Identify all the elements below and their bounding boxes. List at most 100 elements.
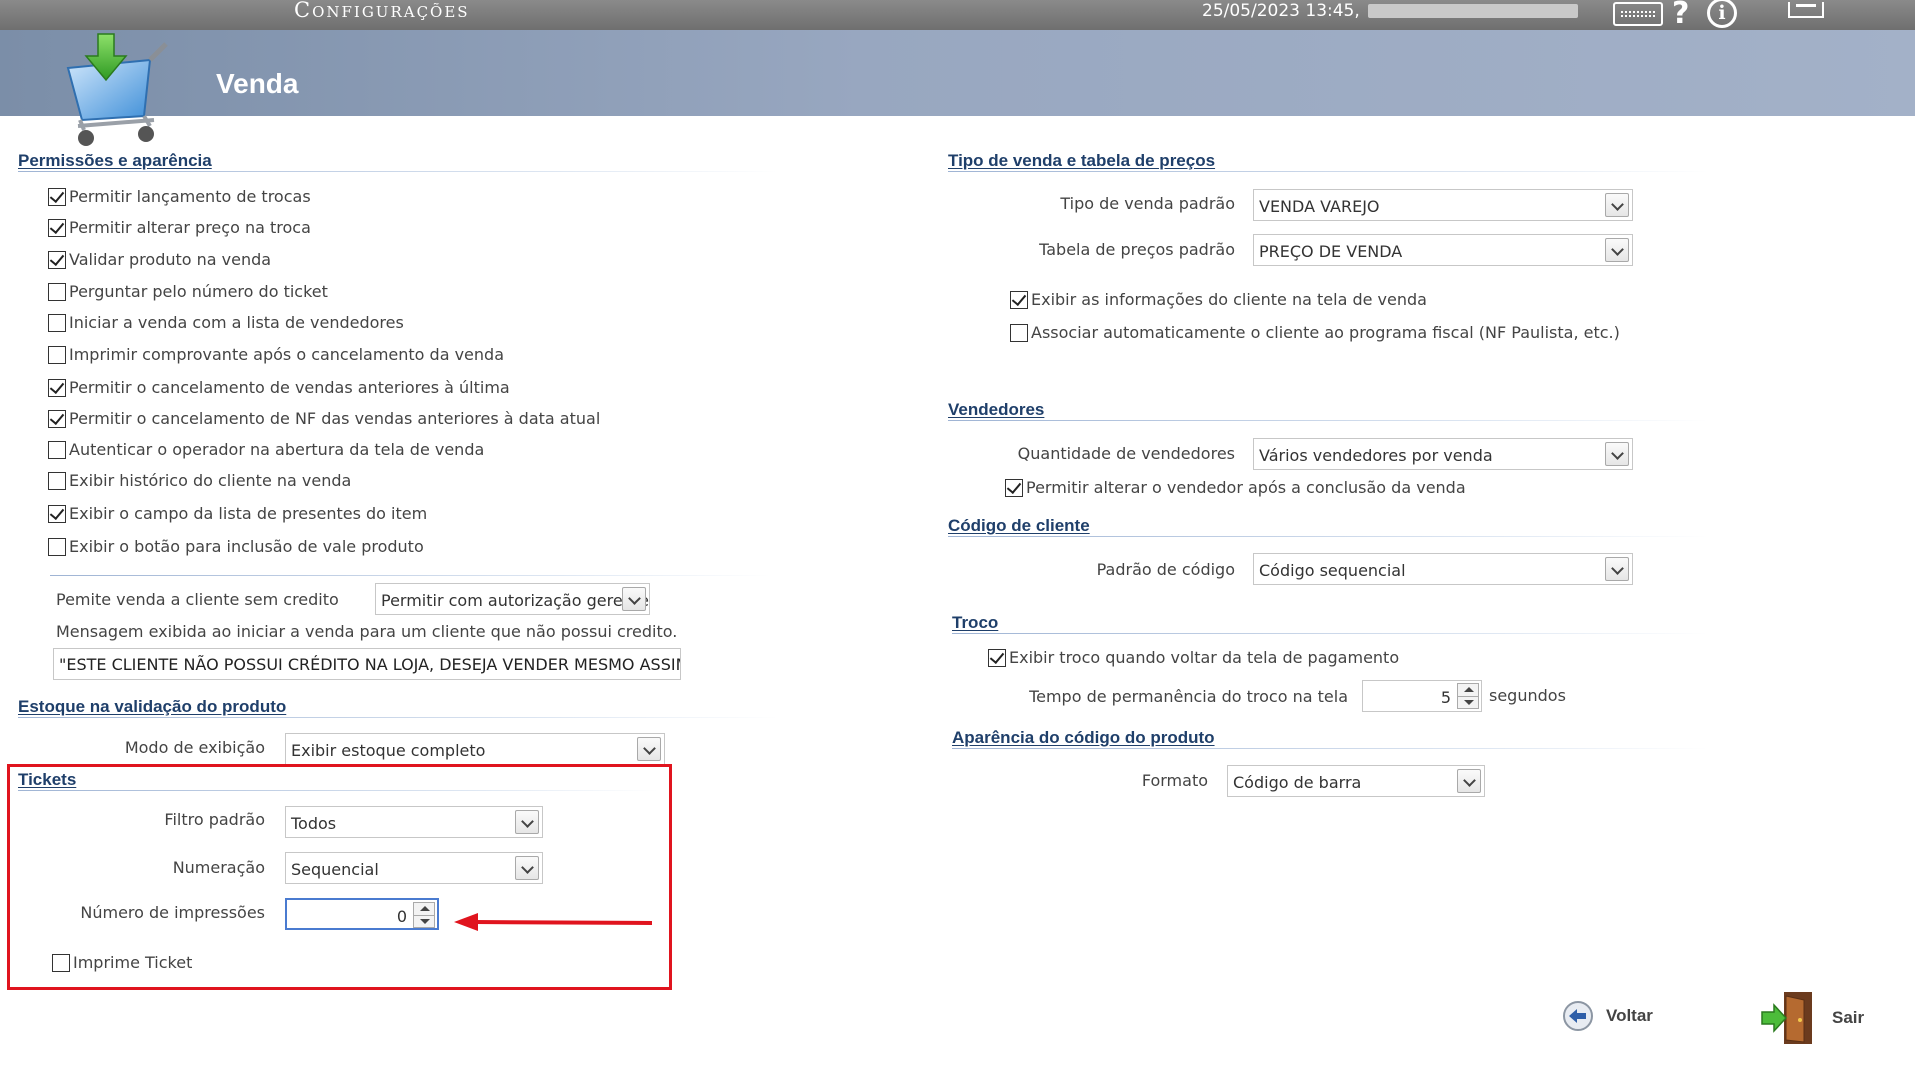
help-icon[interactable]: ? (1672, 0, 1689, 31)
permission-checkbox[interactable]: Iniciar a venda com a lista de vendedore… (48, 313, 404, 332)
arrow-down-icon[interactable] (1464, 700, 1474, 705)
checkbox-box[interactable] (988, 648, 1006, 667)
back-button-label: Voltar (1606, 1006, 1653, 1025)
exit-button[interactable]: Sair (1760, 990, 1864, 1046)
checkbox-box[interactable] (48, 440, 66, 459)
permission-checkbox[interactable]: Imprimir comprovante após o cancelamento… (48, 345, 504, 364)
ticket-prints-value: 0 (396, 907, 407, 926)
checkbox-box[interactable] (48, 378, 66, 397)
client-code-select[interactable]: Código sequencial (1253, 553, 1633, 585)
keyboard-icon[interactable] (1613, 2, 1663, 26)
permission-checkbox[interactable]: Exibir o campo da lista de presentes do … (48, 504, 427, 523)
minimize-icon[interactable] (1788, 2, 1824, 18)
ticket-filter-label: Filtro padrão (164, 810, 265, 829)
permission-label: Perguntar pelo número do ticket (69, 282, 328, 301)
stock-mode-select[interactable]: Exibir estoque completo (285, 733, 665, 765)
fiscal-program-checkbox[interactable]: Associar automaticamente o cliente ao pr… (1010, 323, 1620, 342)
checkbox-box[interactable] (52, 953, 70, 972)
chevron-down-icon[interactable] (622, 587, 646, 611)
stepper-buttons[interactable] (1457, 683, 1479, 709)
chevron-down-icon[interactable] (1605, 238, 1629, 262)
permission-label: Permitir o cancelamento de NF das vendas… (69, 409, 601, 428)
permission-checkbox[interactable]: Perguntar pelo número do ticket (48, 282, 328, 301)
permission-label: Permitir o cancelamento de vendas anteri… (69, 378, 510, 397)
ticket-numbering-select[interactable]: Sequencial (285, 852, 543, 884)
permission-checkbox[interactable]: Exibir histórico do cliente na venda (48, 471, 351, 490)
section-divider (948, 420, 1708, 421)
permission-checkbox[interactable]: Validar produto na venda (48, 250, 271, 269)
checkbox-box[interactable] (1010, 290, 1028, 309)
checkbox-box[interactable] (48, 471, 66, 490)
chevron-down-icon[interactable] (1605, 442, 1629, 466)
back-arrow-icon (1563, 1001, 1593, 1031)
checkbox-box[interactable] (48, 282, 66, 301)
stepper-buttons[interactable] (413, 902, 435, 928)
permission-checkbox[interactable]: Exibir o botão para inclusão de vale pro… (48, 537, 424, 556)
price-table-select[interactable]: PREÇO DE VENDA (1253, 234, 1633, 266)
chevron-down-icon[interactable] (637, 737, 661, 761)
stock-mode-label: Modo de exibição (124, 738, 265, 757)
permission-checkbox[interactable]: Permitir o cancelamento de NF das vendas… (48, 409, 600, 428)
sale-type-select[interactable]: VENDA VAREJO (1253, 189, 1633, 221)
sellers-qty-select-value: Vários vendedores por venda (1259, 446, 1493, 465)
arrow-down-icon[interactable] (420, 919, 430, 924)
permission-checkbox[interactable]: Permitir alterar preço na troca (48, 218, 311, 237)
chevron-down-icon[interactable] (1605, 193, 1629, 217)
code-format-select-value: Código de barra (1233, 773, 1362, 792)
price-table-label: Tabela de preços padrão (1039, 240, 1235, 259)
checkbox-box[interactable] (48, 345, 66, 364)
checkbox-box[interactable] (48, 187, 66, 206)
sellers-qty-label: Quantidade de vendedores (1017, 444, 1235, 463)
page-title: Venda (216, 68, 299, 99)
permission-label: Exibir o campo da lista de presentes do … (69, 504, 428, 523)
ticket-filter-select[interactable]: Todos (285, 806, 543, 838)
section-divider (18, 790, 658, 791)
back-button[interactable]: Voltar (1562, 1000, 1653, 1032)
checkbox-box[interactable] (1010, 323, 1028, 342)
section-divider (952, 633, 1708, 634)
section-divider (952, 748, 1708, 749)
ticket-numbering-select-value: Sequencial (291, 860, 379, 879)
user-name-redacted (1368, 4, 1578, 18)
change-time-stepper[interactable]: 5 (1362, 680, 1482, 712)
checkbox-box[interactable] (48, 537, 66, 556)
chevron-down-icon[interactable] (1457, 769, 1481, 793)
section-divider (948, 536, 1708, 537)
permission-checkbox[interactable]: Permitir lançamento de trocas (48, 187, 311, 206)
chevron-down-icon[interactable] (1605, 557, 1629, 581)
arrow-up-icon[interactable] (420, 906, 430, 911)
code-format-select[interactable]: Código de barra (1227, 765, 1485, 797)
checkbox-box[interactable] (48, 409, 66, 428)
arrow-up-icon[interactable] (1464, 687, 1474, 692)
permission-label: Permitir alterar preço na troca (69, 218, 311, 237)
sellers-qty-select[interactable]: Vários vendedores por venda (1253, 438, 1633, 470)
stock-mode-select-value: Exibir estoque completo (291, 741, 486, 760)
credit-message-input[interactable]: "ESTE CLIENTE NÃO POSSUI CRÉDITO NA LOJA… (53, 648, 681, 680)
checkbox-box[interactable] (48, 218, 66, 237)
change-seller-checkbox[interactable]: Permitir alterar o vendedor após a concl… (1005, 478, 1466, 497)
exit-door-icon (1761, 992, 1812, 1044)
section-divider (18, 171, 778, 172)
chevron-down-icon[interactable] (515, 856, 539, 880)
info-icon[interactable]: i (1707, 0, 1737, 28)
permission-checkbox[interactable]: Permitir o cancelamento de vendas anteri… (48, 378, 510, 397)
chevron-down-icon[interactable] (515, 810, 539, 834)
show-change-checkbox[interactable]: Exibir troco quando voltar da tela de pa… (988, 648, 1399, 667)
checkbox-box[interactable] (48, 313, 66, 332)
checkbox-box[interactable] (48, 504, 66, 523)
permission-label: Permitir lançamento de trocas (69, 187, 311, 206)
credit-sale-select[interactable]: Permitir com autorização gerente (375, 583, 650, 615)
section-divider (948, 171, 1708, 172)
checkbox-box[interactable] (1005, 478, 1023, 497)
show-client-info-checkbox[interactable]: Exibir as informações do cliente na tela… (1010, 290, 1427, 309)
change-time-unit: segundos (1489, 686, 1566, 705)
permission-checkbox[interactable]: Autenticar o operador na abertura da tel… (48, 440, 484, 459)
print-ticket-checkbox[interactable]: Imprime Ticket (52, 953, 192, 972)
sale-type-select-value: VENDA VAREJO (1259, 197, 1380, 216)
permission-label: Exibir o botão para inclusão de vale pro… (69, 537, 424, 556)
client-code-label: Padrão de código (1096, 560, 1235, 579)
checkbox-box[interactable] (48, 250, 66, 269)
price-table-select-value: PREÇO DE VENDA (1259, 242, 1403, 261)
permission-label: Imprimir comprovante após o cancelamento… (69, 345, 504, 364)
ticket-prints-stepper[interactable]: 0 (285, 898, 439, 930)
